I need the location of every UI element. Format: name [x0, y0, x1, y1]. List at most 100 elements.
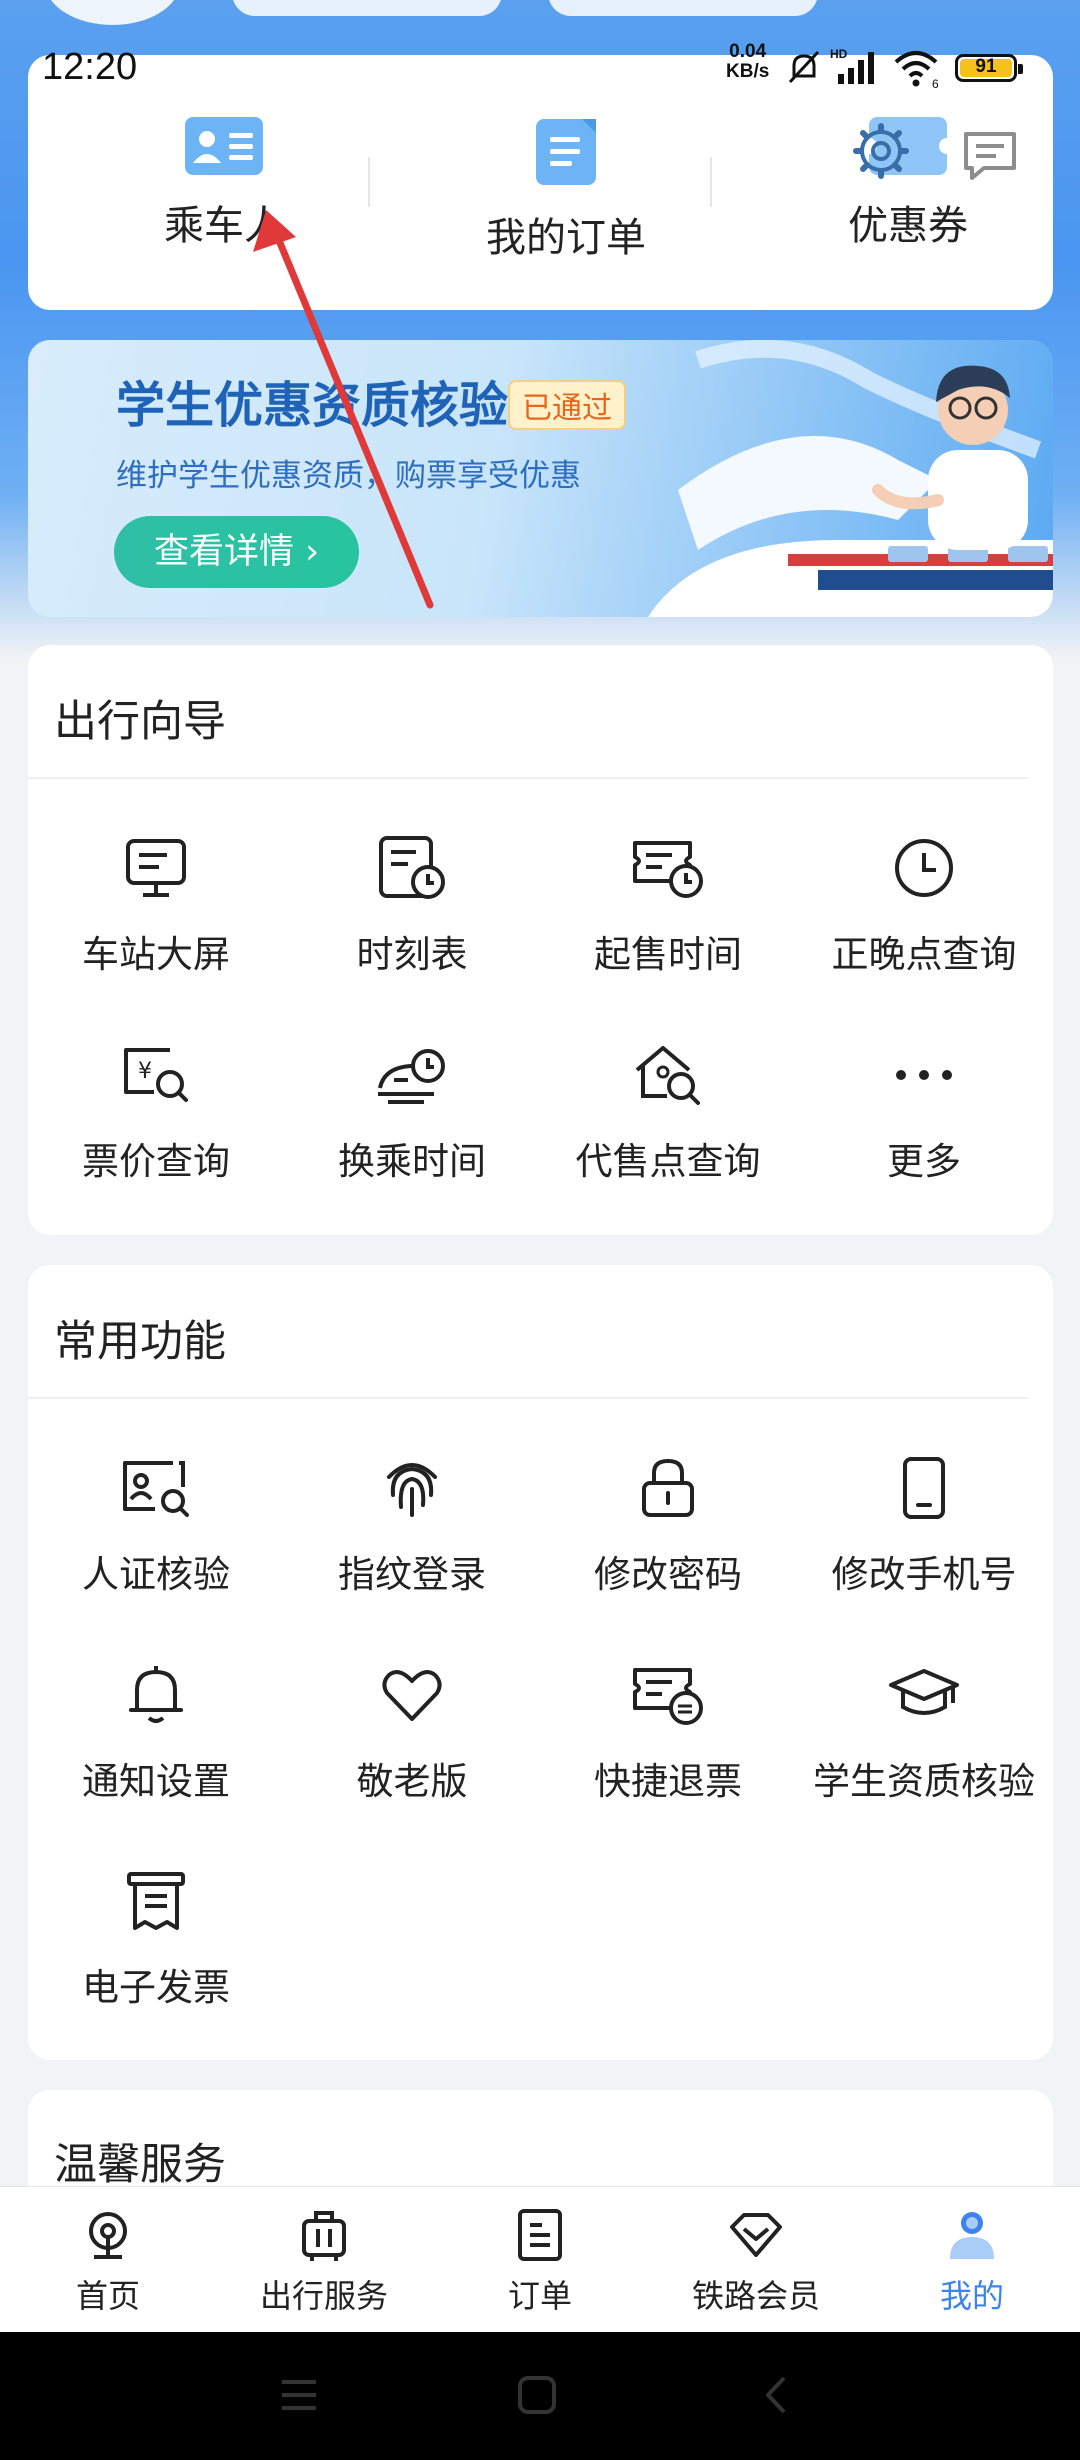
station-screen-icon [126, 839, 186, 897]
fingerprint-icon [387, 1463, 437, 1517]
menu-icon[interactable] [278, 2374, 320, 2416]
id-verify-icon [123, 1461, 189, 1517]
id-verify-item[interactable]: 人证核验 [28, 1450, 284, 1598]
sale-time-item[interactable]: 起售时间 [540, 830, 796, 978]
divider [368, 157, 370, 207]
tab-label: 我的 [939, 2277, 1004, 2315]
network-speed-unit: KB/s [726, 61, 770, 82]
section-title: 出行向导 [54, 697, 226, 747]
svg-text:¥: ¥ [138, 1059, 152, 1084]
my-orders-link[interactable]: 我的订单 [436, 115, 696, 263]
tab-label: 铁路会员 [691, 2277, 820, 2315]
item-label: 通知设置 [82, 1760, 230, 1803]
settings-gear-icon[interactable] [852, 122, 910, 180]
item-label: 车站大屏 [82, 933, 230, 976]
train-illustration [648, 340, 1053, 617]
order-icon [518, 2209, 562, 2261]
luggage-icon [302, 2211, 346, 2261]
e-invoice-icon [127, 1872, 185, 1930]
home-icon [89, 2212, 127, 2259]
status-time: 12:20 [42, 46, 138, 88]
svg-text:HD: HD [830, 47, 848, 61]
message-icon[interactable] [960, 128, 1020, 184]
status-bar: 12:20 0.04 KB/s HD 6 91 [0, 40, 1080, 100]
refund-ticket-icon [633, 1668, 703, 1725]
quick-refund-item[interactable]: 快捷退票 [540, 1657, 796, 1805]
elderly-mode-item[interactable]: 敬老版 [284, 1657, 540, 1805]
passenger-link[interactable]: 乘车人 [94, 115, 354, 251]
item-label: 人证核验 [82, 1553, 230, 1596]
tab-travel-services[interactable]: 出行服务 [216, 2207, 432, 2317]
cellular-signal-icon: HD [830, 47, 874, 84]
graduation-cap-icon [889, 1669, 959, 1715]
divider [28, 777, 1028, 779]
item-label: 换乘时间 [338, 1140, 486, 1183]
divider [710, 157, 712, 207]
section-title: 温馨服务 [54, 2140, 226, 2190]
agency-query-item[interactable]: 代售点查询 [540, 1037, 796, 1185]
divider [28, 1397, 1028, 1399]
network-speed: 0.04 KB/s [726, 42, 769, 82]
transfer-time-icon [378, 1049, 445, 1104]
item-label: 更多 [887, 1140, 961, 1183]
tab-home[interactable]: 首页 [0, 2207, 216, 2317]
e-invoice-item[interactable]: 电子发票 [28, 1863, 284, 2011]
fare-query-item[interactable]: ¥ 票价查询 [28, 1037, 284, 1185]
item-label: 代售点查询 [575, 1140, 761, 1183]
tab-mine[interactable]: 我的 [864, 2207, 1080, 2317]
heart-icon [382, 1670, 442, 1721]
student-verify-item[interactable]: 学生资质核验 [796, 1657, 1052, 1805]
sale-time-icon [633, 841, 703, 898]
item-label: 敬老版 [356, 1760, 468, 1803]
my-orders-label: 我的订单 [486, 215, 646, 261]
battery-level: 91 [975, 56, 997, 77]
travel-guide-section: 出行向导 车站大屏 时刻表 起售时间 正晚点查询 ¥ 票价查询 换乘时间 代售点… [28, 645, 1053, 1235]
item-label: 票价查询 [82, 1140, 230, 1183]
system-nav-bar [0, 2332, 1080, 2460]
change-phone-item[interactable]: 修改手机号 [796, 1450, 1052, 1598]
passenger-card-icon [185, 117, 263, 175]
bottom-tab-bar: 首页 出行服务 订单 铁路会员 我的 [0, 2186, 1080, 2333]
home-button-icon[interactable] [516, 2374, 558, 2416]
network-speed-value: 0.04 [729, 41, 767, 62]
profile-stat-pill[interactable] [548, 0, 818, 16]
timetable-item[interactable]: 时刻表 [284, 830, 540, 978]
mute-bell-icon [788, 50, 820, 84]
view-details-button[interactable]: 查看详情 › [114, 516, 359, 588]
item-label: 起售时间 [594, 933, 742, 976]
station-screen-item[interactable]: 车站大屏 [28, 830, 284, 978]
back-icon[interactable] [756, 2374, 798, 2416]
profile-stat-pill[interactable] [232, 0, 502, 16]
more-dots-icon [896, 1070, 952, 1080]
bell-icon [129, 1666, 183, 1723]
svg-text:6: 6 [932, 77, 939, 90]
item-label: 学生资质核验 [813, 1760, 1035, 1803]
passenger-label: 乘车人 [164, 203, 284, 249]
change-password-item[interactable]: 修改密码 [540, 1450, 796, 1598]
status-badge: 已通过 [508, 380, 626, 430]
clock-icon [895, 839, 953, 897]
student-verification-banner[interactable]: 学生优惠资质核验 已通过 维护学生优惠资质，购票享受优惠 查看详情 › [28, 340, 1053, 617]
fingerprint-login-item[interactable]: 指纹登录 [284, 1450, 540, 1598]
tab-orders[interactable]: 订单 [432, 2207, 648, 2317]
banner-subtitle: 维护学生优惠资质，购票享受优惠 [116, 458, 581, 494]
wifi-icon: 6 [894, 51, 939, 90]
transfer-time-item[interactable]: 换乘时间 [284, 1037, 540, 1185]
tab-label: 出行服务 [259, 2277, 388, 2315]
on-time-query-item[interactable]: 正晚点查询 [796, 830, 1052, 978]
common-functions-section: 常用功能 人证核验 指纹登录 修改密码 修改手机号 通知设置 敬老版 快捷退票 … [28, 1265, 1053, 2060]
section-title: 常用功能 [54, 1317, 226, 1367]
timetable-icon [379, 836, 445, 899]
profile-icon [950, 2212, 994, 2259]
diamond-icon [730, 2213, 782, 2257]
notification-settings-item[interactable]: 通知设置 [28, 1657, 284, 1805]
lock-icon [642, 1458, 694, 1517]
banner-title: 学生优惠资质核验 [116, 377, 509, 434]
item-label: 正晚点查询 [831, 933, 1017, 976]
battery-icon: 91 [955, 54, 1023, 82]
tab-railway-member[interactable]: 铁路会员 [648, 2207, 864, 2317]
item-label: 快捷退票 [594, 1760, 742, 1803]
tab-label: 订单 [507, 2277, 572, 2315]
more-item[interactable]: 更多 [796, 1037, 1052, 1185]
item-label: 电子发票 [82, 1966, 230, 2009]
